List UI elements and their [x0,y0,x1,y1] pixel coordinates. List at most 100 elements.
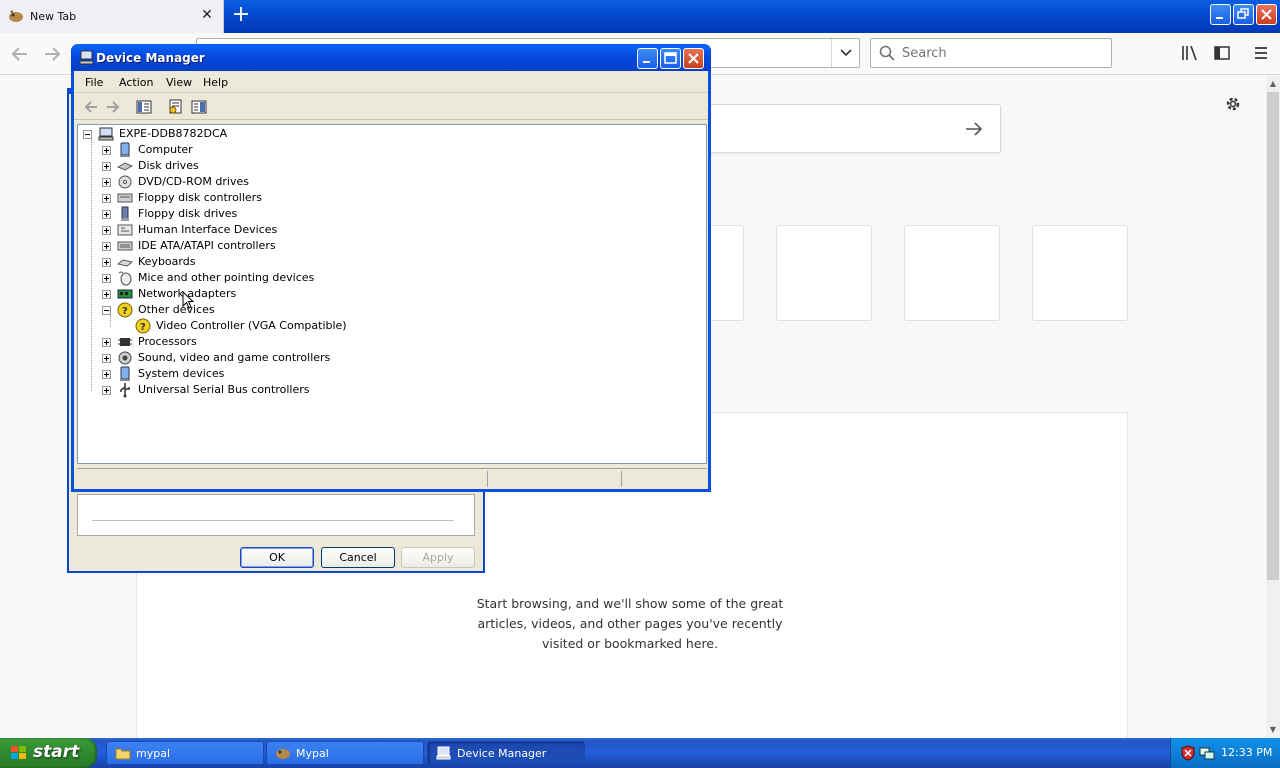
tree-item-label: System devices [138,367,225,380]
security-shield-icon[interactable] [1180,745,1196,761]
close-icon [688,53,699,64]
unknown-device-icon: ? [135,318,151,334]
start-button[interactable]: start [0,738,97,768]
controller-icon [117,241,133,251]
collapse-icon[interactable] [102,306,111,315]
maximize-icon [664,52,677,64]
taskbar-button-mypal-browser[interactable]: Mypal [266,741,424,765]
floppy-drive-icon [121,206,129,221]
library-icon[interactable] [1181,44,1199,62]
expand-icon[interactable] [102,370,111,379]
top-site-tile[interactable] [776,225,872,321]
expand-icon[interactable] [102,146,111,155]
taskbar-button-device-manager[interactable]: Device Manager [427,741,585,765]
svg-text:?: ? [140,322,146,333]
properties-icon[interactable] [167,99,183,115]
gear-icon[interactable] [1224,95,1242,113]
back-arrow-icon[interactable] [83,99,99,115]
tree-item-label: IDE ATA/ATAPI controllers [138,239,276,252]
menu-file[interactable]: File [85,76,103,89]
usb-icon [120,383,130,398]
tree-item-label: Sound, video and game controllers [138,351,331,364]
expand-icon[interactable] [102,162,111,171]
expand-icon[interactable] [102,338,111,347]
controller-icon [117,193,133,203]
scroll-up-arrow-icon[interactable]: ▲ [1266,76,1280,92]
expand-icon[interactable] [102,226,111,235]
status-segment [487,471,621,487]
new-tab-button[interactable]: + [230,4,252,27]
dm-close-button[interactable] [683,48,704,69]
url-dropdown-button[interactable] [831,39,859,67]
minimize-button[interactable] [1210,4,1231,25]
restore-button[interactable] [1233,4,1254,25]
folder-icon [115,748,131,760]
expand-icon[interactable] [102,290,111,299]
show-hide-tree-icon[interactable] [136,99,152,115]
tree-item-label: Floppy disk controllers [138,191,262,204]
ok-button[interactable]: OK [240,547,314,568]
top-site-tile[interactable] [1032,225,1128,321]
close-button[interactable] [1256,4,1277,25]
tree-root-label: EXPE-DDB8782DCA [119,127,228,140]
scrollbar-thumb[interactable] [1267,92,1279,580]
search-input[interactable]: Search [870,38,1112,68]
minimize-icon [643,61,650,63]
hamburger-menu-icon[interactable] [1252,44,1270,62]
apply-button[interactable]: Apply [401,547,475,568]
device-manager-menubar: File Action View Help [74,71,708,93]
back-arrow-icon[interactable] [9,43,31,65]
cancel-button[interactable]: Cancel [321,547,395,568]
forward-arrow-icon[interactable] [41,43,63,65]
system-tray: 12:33 PM [1170,738,1280,768]
page-search-box[interactable] [706,104,1001,153]
tree-item-label: Video Controller (VGA Compatible) [156,319,347,332]
tree-item-label: Disk drives [138,159,199,172]
tree-item-label: Floppy disk drives [138,207,238,220]
dm-maximize-button[interactable] [660,48,681,69]
windows-logo-icon [11,746,26,759]
menu-action[interactable]: Action [119,76,153,89]
help-topics-icon[interactable] [191,99,207,115]
expand-icon[interactable] [102,354,111,363]
tree-item-label: Processors [138,335,197,348]
close-tab-icon[interactable]: ✕ [200,8,214,22]
device-manager-titlebar[interactable]: Device Manager [71,44,711,71]
expand-icon[interactable] [102,274,111,283]
menu-view[interactable]: View [166,76,192,89]
computer-icon [79,50,94,65]
dm-minimize-button[interactable] [637,48,658,69]
tree-item-label: Other devices [138,303,215,316]
menu-help[interactable]: Help [203,76,228,89]
computer-icon [120,366,130,381]
tree-item-label: Universal Serial Bus controllers [138,383,310,396]
expand-icon[interactable] [102,194,111,203]
taskbar: start mypal Mypal Device Manager 12:33 P… [0,738,1280,768]
taskbar-button-label: Device Manager [457,747,547,760]
mypal-icon [276,749,290,759]
device-tree[interactable]: EXPE-DDB8782DCA Computer Disk drives DVD… [77,124,707,464]
arrow-right-icon[interactable] [964,120,984,138]
expand-icon[interactable] [102,386,111,395]
taskbar-button-label: Mypal [296,747,329,760]
processor-icon [118,338,132,346]
expand-icon[interactable] [102,258,111,267]
forward-arrow-icon[interactable] [105,99,121,115]
expand-icon[interactable] [102,242,111,251]
top-site-tile[interactable] [904,225,1000,321]
tree-item-label: DVD/CD-ROM drives [138,175,249,188]
computer-icon [436,746,451,760]
sidebar-icon[interactable] [1213,44,1231,62]
expand-icon[interactable] [102,178,111,187]
collapse-icon[interactable] [83,130,92,139]
search-placeholder: Search [902,46,947,61]
hid-icon [117,224,133,236]
mouse-pointer-icon [182,291,194,309]
tab-new-tab[interactable]: New Tab ✕ [0,0,224,33]
scroll-down-arrow-icon[interactable]: ▼ [1266,722,1280,738]
browser-titlebar: New Tab ✕ + [0,0,1280,33]
taskbar-button-mypal-folder[interactable]: mypal [106,741,264,765]
expand-icon[interactable] [102,210,111,219]
network-tray-icon[interactable] [1199,745,1215,761]
chevron-down-icon [840,49,852,57]
